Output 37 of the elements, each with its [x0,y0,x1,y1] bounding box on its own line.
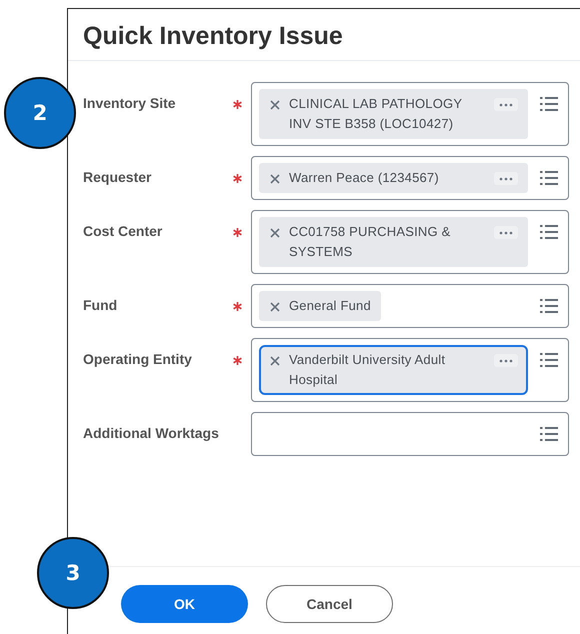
remove-icon[interactable] [270,356,280,366]
field-label: Operating Entity [83,350,193,367]
remove-icon[interactable] [270,174,280,184]
remove-icon[interactable] [270,302,280,312]
more-icon[interactable] [494,226,518,239]
ok-button[interactable]: OK [121,584,248,622]
more-icon[interactable] [494,98,518,111]
cancel-button[interactable]: Cancel [266,584,393,622]
prompt-field[interactable]: Vanderbilt University Adult Hospital [251,338,569,402]
selected-value-chip[interactable]: Vanderbilt University Adult Hospital [259,345,528,395]
prompt-field[interactable]: CC01758 PURCHASING & SYSTEMS [251,210,569,274]
dialog-title: Quick Inventory Issue [82,21,344,52]
list-icon[interactable] [540,299,558,313]
selected-value-chip[interactable]: Warren Peace (1234567) [259,163,528,193]
prompt-field[interactable]: Warren Peace (1234567) [251,156,569,200]
prompt-field[interactable]: General Fund [251,284,569,328]
list-icon[interactable] [540,171,558,185]
list-icon[interactable] [540,353,558,367]
field-label: Requester [83,168,152,185]
prompt-field[interactable] [251,412,569,456]
step-callout: 2 [4,77,76,149]
list-icon[interactable] [540,427,558,441]
list-icon[interactable] [540,225,558,239]
selected-value-chip[interactable]: General Fund [259,291,381,321]
remove-icon[interactable] [270,228,280,238]
field-label: Fund [83,296,118,313]
field-label: Additional Worktags [83,424,220,441]
list-icon[interactable] [540,97,558,111]
remove-icon[interactable] [270,100,280,110]
selected-value-chip[interactable]: CC01758 PURCHASING & SYSTEMS [259,217,528,267]
step-callout: 3 [37,537,109,609]
selected-value-chip[interactable]: CLINICAL LAB PATHOLOGY INV STE B358 (LOC10427) [259,89,528,139]
prompt-field[interactable]: CLINICAL LAB PATHOLOGY INV STE B358 (LOC10427) [251,82,569,146]
field-label: Inventory Site [83,94,177,111]
field-label: Cost Center [83,222,164,239]
more-icon[interactable] [494,354,518,367]
more-icon[interactable] [494,172,518,185]
